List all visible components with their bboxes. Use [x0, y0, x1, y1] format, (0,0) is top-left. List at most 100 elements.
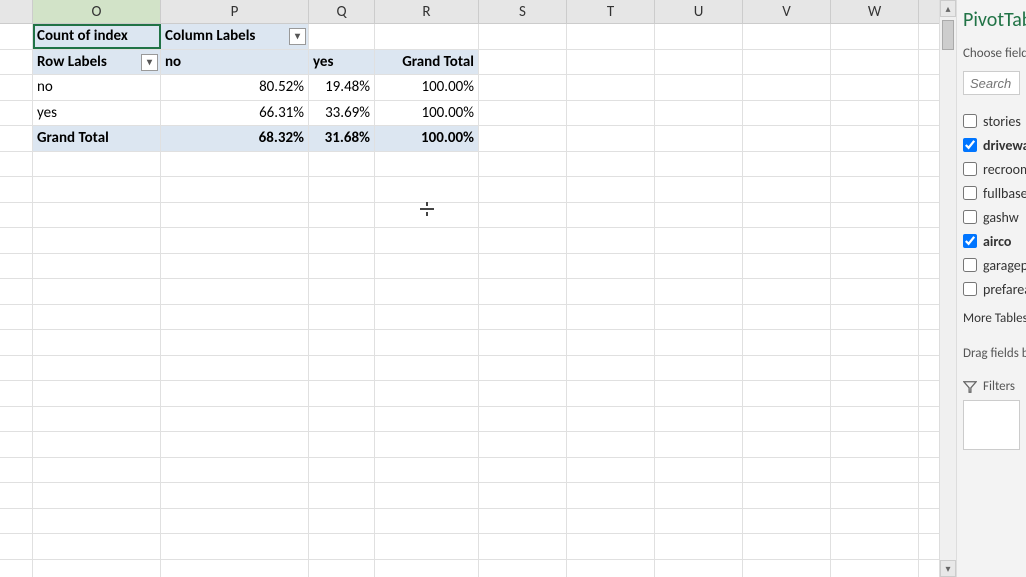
- cell[interactable]: [567, 101, 655, 126]
- cell[interactable]: [743, 509, 831, 534]
- cell[interactable]: [479, 279, 567, 304]
- cell[interactable]: [479, 381, 567, 406]
- row-header[interactable]: [0, 152, 33, 177]
- cell[interactable]: [743, 534, 831, 559]
- pivot-grand-total-label[interactable]: Grand Total: [33, 126, 161, 151]
- cell[interactable]: [479, 126, 567, 151]
- cell[interactable]: [655, 50, 743, 75]
- cell[interactable]: [567, 330, 655, 355]
- cell[interactable]: [161, 152, 309, 177]
- cell[interactable]: [309, 407, 375, 432]
- cell[interactable]: [655, 534, 743, 559]
- row-header[interactable]: [0, 305, 33, 330]
- field-checkbox[interactable]: [963, 258, 977, 272]
- pivot-value[interactable]: 100.00%: [375, 75, 479, 100]
- col-header-Q[interactable]: Q: [309, 0, 375, 23]
- scroll-down-button[interactable]: ▾: [940, 560, 956, 577]
- row-header[interactable]: [0, 381, 33, 406]
- cell[interactable]: [309, 203, 375, 228]
- pivot-column-labels[interactable]: Column Labels: [161, 24, 309, 49]
- field-checkbox[interactable]: [963, 282, 977, 296]
- field-checkbox[interactable]: [963, 210, 977, 224]
- cell[interactable]: [479, 483, 567, 508]
- cell[interactable]: [161, 483, 309, 508]
- corner-cell[interactable]: [0, 0, 33, 23]
- cell[interactable]: [309, 458, 375, 483]
- cell[interactable]: [831, 254, 919, 279]
- row-header[interactable]: [0, 432, 33, 457]
- cell[interactable]: [375, 254, 479, 279]
- row-header[interactable]: [0, 279, 33, 304]
- cell[interactable]: [33, 407, 161, 432]
- pivot-value[interactable]: 33.69%: [309, 101, 375, 126]
- pivot-row-label[interactable]: yes: [33, 101, 161, 126]
- cell[interactable]: [567, 50, 655, 75]
- cell[interactable]: [831, 203, 919, 228]
- cell[interactable]: [831, 330, 919, 355]
- cell[interactable]: [33, 305, 161, 330]
- scroll-up-button[interactable]: ▴: [940, 0, 956, 17]
- col-header-U[interactable]: U: [655, 0, 743, 23]
- cell[interactable]: [655, 75, 743, 100]
- cell[interactable]: [33, 381, 161, 406]
- cell[interactable]: [309, 432, 375, 457]
- row-header[interactable]: [0, 75, 33, 100]
- row-header[interactable]: [0, 560, 33, 577]
- cell[interactable]: [33, 458, 161, 483]
- cell[interactable]: [309, 24, 375, 49]
- cell[interactable]: [655, 254, 743, 279]
- cell[interactable]: [831, 101, 919, 126]
- cell[interactable]: [309, 560, 375, 577]
- cell[interactable]: [567, 509, 655, 534]
- cell[interactable]: [655, 509, 743, 534]
- cell[interactable]: [831, 152, 919, 177]
- cell[interactable]: [567, 381, 655, 406]
- col-header-V[interactable]: V: [743, 0, 831, 23]
- cell[interactable]: [743, 407, 831, 432]
- cell[interactable]: [743, 356, 831, 381]
- cell[interactable]: [375, 203, 479, 228]
- col-header-T[interactable]: T: [567, 0, 655, 23]
- cell[interactable]: [655, 407, 743, 432]
- cell[interactable]: [831, 458, 919, 483]
- cell[interactable]: [743, 381, 831, 406]
- pivot-row-label[interactable]: no: [33, 75, 161, 100]
- cell[interactable]: [161, 534, 309, 559]
- cell[interactable]: [567, 305, 655, 330]
- cell[interactable]: [479, 101, 567, 126]
- cell[interactable]: [567, 432, 655, 457]
- cell[interactable]: [375, 560, 479, 577]
- field-checkbox[interactable]: [963, 138, 977, 152]
- row-labels-dropdown[interactable]: [141, 54, 158, 71]
- row-header[interactable]: [0, 330, 33, 355]
- cell[interactable]: [831, 432, 919, 457]
- cell[interactable]: [309, 381, 375, 406]
- field-checkbox[interactable]: [963, 162, 977, 176]
- pivot-value[interactable]: 100.00%: [375, 101, 479, 126]
- row-header[interactable]: [0, 24, 33, 49]
- cell[interactable]: [375, 483, 479, 508]
- col-header-R[interactable]: R: [375, 0, 479, 23]
- cell[interactable]: [655, 560, 743, 577]
- cell[interactable]: [309, 228, 375, 253]
- cell[interactable]: [33, 483, 161, 508]
- cell[interactable]: [33, 177, 161, 202]
- cell[interactable]: [743, 152, 831, 177]
- cell[interactable]: [567, 356, 655, 381]
- cell[interactable]: [375, 432, 479, 457]
- cell[interactable]: [375, 509, 479, 534]
- cell[interactable]: [375, 177, 479, 202]
- cell[interactable]: [309, 254, 375, 279]
- pivot-count-label[interactable]: Count of index: [33, 24, 161, 49]
- row-header[interactable]: [0, 509, 33, 534]
- cell[interactable]: [161, 509, 309, 534]
- cell[interactable]: [375, 381, 479, 406]
- row-header[interactable]: [0, 356, 33, 381]
- cell[interactable]: [831, 560, 919, 577]
- cell[interactable]: [831, 126, 919, 151]
- cell[interactable]: [655, 305, 743, 330]
- cell[interactable]: [831, 177, 919, 202]
- cell[interactable]: [161, 381, 309, 406]
- cell[interactable]: [567, 407, 655, 432]
- field-item-driveway[interactable]: driveway: [963, 133, 1020, 157]
